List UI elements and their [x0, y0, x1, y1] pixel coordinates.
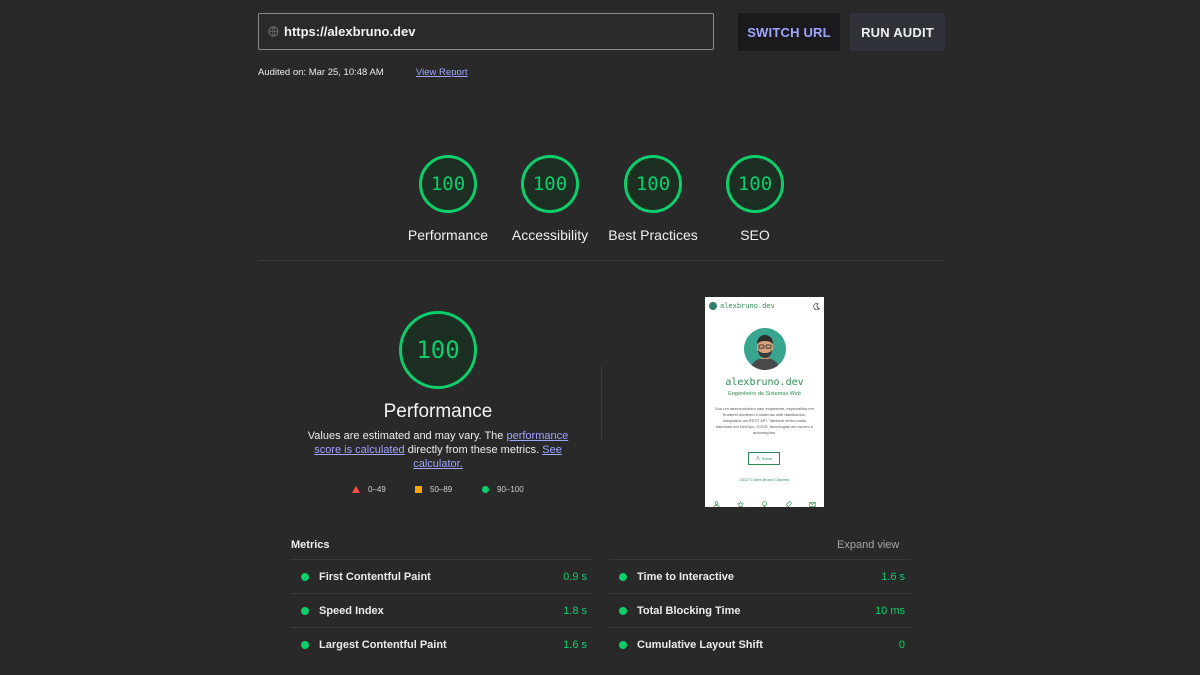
- performance-score-value: 100: [416, 336, 460, 364]
- metric-speed-index: Speed Index 1.8 s: [291, 593, 593, 627]
- metric-first-contentful-paint: First Contentful Paint 0.9 s: [291, 559, 593, 593]
- score-value: 100: [635, 173, 671, 195]
- metric-total-blocking-time: Total Blocking Time 10 ms: [609, 593, 911, 627]
- star-icon: [737, 495, 744, 507]
- metric-value: 1.6 s: [881, 570, 905, 583]
- view-report-link[interactable]: View Report: [416, 67, 468, 78]
- legend-pass: 90–100: [482, 485, 524, 494]
- pass-indicator-icon: [619, 572, 627, 581]
- site-footer: 2022 © Alex Bruno Cáceres: [739, 477, 790, 482]
- url-bar[interactable]: [258, 13, 714, 50]
- metric-cumulative-layout-shift: Cumulative Layout Shift 0: [609, 627, 911, 661]
- mini-avatar-icon: [709, 302, 717, 310]
- final-screenshot[interactable]: alexbruno.dev alexbruno.dev Engenheiro d…: [705, 297, 824, 507]
- user-icon: [755, 456, 760, 461]
- score-ring: 100: [419, 155, 477, 213]
- pass-indicator-icon: [619, 606, 627, 615]
- legend-range: 0–49: [368, 485, 386, 494]
- pass-indicator-icon: [301, 606, 309, 615]
- metric-time-to-interactive: Time to Interactive 1.6 s: [609, 559, 911, 593]
- gauge-accessibility[interactable]: 100 Accessibility: [490, 155, 610, 243]
- metric-name: Largest Contentful Paint: [319, 638, 447, 651]
- bulb-icon: [761, 495, 768, 507]
- run-audit-button[interactable]: RUN AUDIT: [850, 13, 945, 51]
- metric-name: Speed Index: [319, 604, 384, 617]
- square-icon: [415, 486, 422, 493]
- score-ring: 100: [624, 155, 682, 213]
- globe-icon: [267, 26, 279, 38]
- gauge-label: Accessibility: [511, 227, 589, 243]
- site-name: alexbruno.dev: [725, 377, 804, 388]
- metric-value: 1.6 s: [563, 638, 587, 651]
- moon-icon: [813, 297, 820, 315]
- circle-icon: [482, 486, 489, 493]
- metric-name: First Contentful Paint: [319, 570, 431, 583]
- metric-value: 0: [898, 638, 905, 651]
- vertical-divider: [601, 366, 602, 440]
- performance-title: Performance: [383, 401, 493, 422]
- legend-range: 50–89: [430, 485, 453, 494]
- metrics-title: Metrics: [291, 539, 330, 551]
- performance-score-gauge: 100: [399, 311, 477, 389]
- desc-text-1: Values are estimated and may vary. The: [307, 430, 507, 442]
- performance-description: Values are estimated and may vary. The p…: [300, 429, 576, 471]
- site-about-label: Sobre: [761, 456, 773, 461]
- pass-indicator-icon: [619, 640, 627, 649]
- metric-name: Cumulative Layout Shift: [637, 638, 763, 651]
- site-about-button: Sobre: [748, 452, 780, 465]
- site-bio: Sou um desenvolvedor web experiente, esp…: [715, 406, 814, 435]
- metric-value: 10 ms: [875, 604, 905, 617]
- legend-range: 90–100: [497, 485, 524, 494]
- mail-icon: [809, 495, 816, 507]
- profile-avatar: [744, 328, 786, 370]
- site-bottom-icons: [713, 495, 816, 507]
- metric-value: 1.8 s: [563, 604, 587, 617]
- legend-fail: 0–49: [352, 485, 386, 494]
- score-value: 100: [737, 173, 773, 195]
- metric-value: 0.9 s: [563, 570, 587, 583]
- score-ring: 100: [521, 155, 579, 213]
- score-value: 100: [430, 173, 466, 195]
- pass-indicator-icon: [301, 572, 309, 581]
- gauge-label: SEO: [740, 227, 770, 243]
- metric-name: Total Blocking Time: [637, 604, 741, 617]
- score-value: 100: [532, 173, 568, 195]
- gauge-seo[interactable]: 100 SEO: [695, 155, 815, 243]
- url-input[interactable]: [284, 24, 684, 39]
- rocket-icon: [785, 495, 792, 507]
- metric-name: Time to Interactive: [637, 570, 734, 583]
- pass-indicator-icon: [301, 640, 309, 649]
- site-brand-text: alexbruno.dev: [720, 302, 775, 310]
- desc-text-2: directly from these metrics.: [404, 444, 543, 456]
- switch-url-button[interactable]: SWITCH URL: [738, 13, 840, 51]
- person-icon: [713, 495, 720, 507]
- site-topbar: alexbruno.dev: [709, 301, 820, 311]
- expand-view-toggle[interactable]: Expand view: [837, 539, 899, 551]
- audited-timestamp: Audited on: Mar 25, 10:48 AM: [258, 67, 384, 78]
- legend-average: 50–89: [415, 485, 452, 494]
- metric-largest-contentful-paint: Largest Contentful Paint 1.6 s: [291, 627, 593, 661]
- score-ring: 100: [726, 155, 784, 213]
- section-divider: [258, 260, 944, 261]
- triangle-icon: [352, 486, 360, 493]
- site-role: Engenheiro de Sistemas Web: [728, 391, 801, 397]
- site-brand: alexbruno.dev: [709, 302, 775, 310]
